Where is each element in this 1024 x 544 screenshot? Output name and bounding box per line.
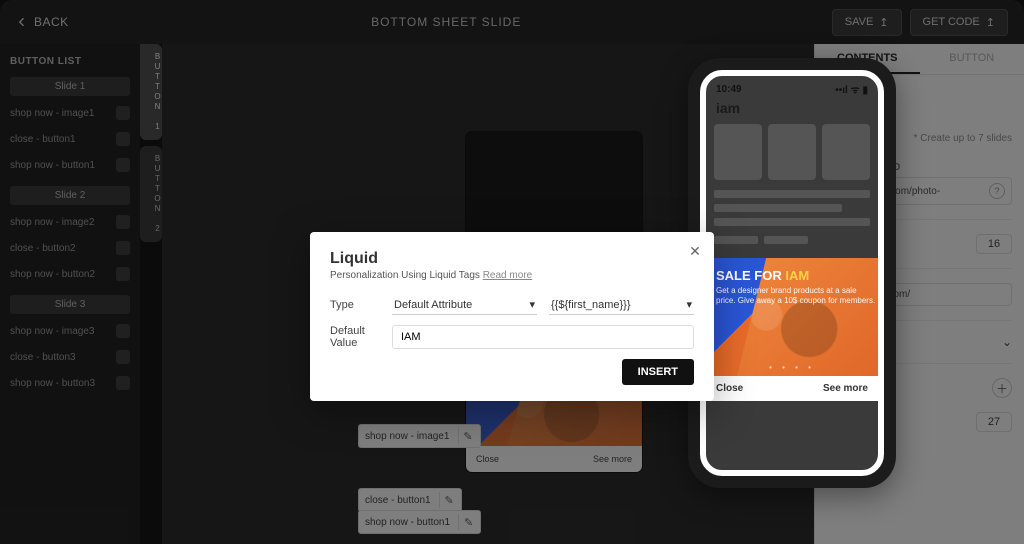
tab-button[interactable]: BUTTON xyxy=(920,44,1024,74)
liquid-modal: ✕ Liquid Personalization Using Liquid Ta… xyxy=(310,232,714,401)
slide-3-header[interactable]: Slide 3 xyxy=(10,295,130,314)
phone-hero: SALE FOR IAM Get a designer brand produc… xyxy=(706,258,878,376)
sidebar-item-label[interactable]: shop now - image1 xyxy=(10,108,95,119)
chevron-down-icon[interactable]: ⌄ xyxy=(1002,335,1012,349)
phone-hero-title: SALE FOR IAM xyxy=(716,268,809,283)
upload-icon: ↥ xyxy=(986,16,995,29)
checkbox[interactable] xyxy=(116,132,130,146)
help-icon[interactable]: ? xyxy=(989,183,1005,199)
default-value-input[interactable] xyxy=(392,325,694,349)
checkbox[interactable] xyxy=(116,350,130,364)
tag-shop-now-button[interactable]: shop now - button1 ✎ xyxy=(358,510,481,534)
canvas-footer-seemore[interactable]: See more xyxy=(593,454,632,464)
phone-footer-close[interactable]: Close xyxy=(716,383,743,394)
sidebar-item-label[interactable]: shop now - image3 xyxy=(10,326,95,337)
sidebar-item-label[interactable]: close - button3 xyxy=(10,352,76,363)
checkbox[interactable] xyxy=(116,215,130,229)
phone-hero-sub: Get a designer brand products at a sale … xyxy=(716,286,878,306)
tag-close-button[interactable]: close - button1 ✎ xyxy=(358,488,462,512)
back-button[interactable]: BACK xyxy=(16,15,69,29)
radius-value[interactable]: 16 xyxy=(976,234,1012,254)
default-value-label: Default Value xyxy=(330,325,380,349)
status-icons: ••ıl ᯤ ▮ xyxy=(835,82,868,96)
modal-subtitle: Personalization Using Liquid Tags Read m… xyxy=(330,270,694,281)
tab-button-2[interactable]: BUTTON 2 xyxy=(140,146,162,242)
page-title: BOTTOM SHEET SLIDE xyxy=(69,15,824,29)
slide-2-header[interactable]: Slide 2 xyxy=(10,186,130,205)
back-label: BACK xyxy=(34,15,69,29)
save-button[interactable]: SAVE ↥ xyxy=(832,9,902,36)
placeholder-box xyxy=(768,124,816,180)
upload-icon: ↥ xyxy=(879,16,888,29)
read-more-link[interactable]: Read more xyxy=(483,270,532,281)
add-icon[interactable]: ＋ xyxy=(992,378,1012,398)
type-token-select[interactable]: {{${first_name}}} ▾ xyxy=(549,295,694,315)
padding-value[interactable]: 27 xyxy=(976,412,1012,432)
type-attribute-select[interactable]: Default Attribute ▾ xyxy=(392,295,537,315)
pencil-icon[interactable]: ✎ xyxy=(439,492,455,508)
type-label: Type xyxy=(330,299,380,311)
checkbox[interactable] xyxy=(116,241,130,255)
sidebar-item-label[interactable]: close - button2 xyxy=(10,243,76,254)
placeholder-box xyxy=(714,124,762,180)
checkbox[interactable] xyxy=(116,267,130,281)
phone-brand: iam xyxy=(706,98,878,124)
canvas-footer-close[interactable]: Close xyxy=(476,454,499,464)
sidebar-heading: BUTTON LIST xyxy=(10,56,130,67)
phone-time: 10:49 xyxy=(716,84,742,95)
phone-preview: 10:49 ••ıl ᯤ ▮ iam SALE FOR IAM Get a de… xyxy=(688,58,896,488)
close-icon[interactable]: ✕ xyxy=(686,242,704,260)
chevron-down-icon: ▾ xyxy=(529,298,535,311)
pencil-icon[interactable]: ✎ xyxy=(458,514,474,530)
sidebar-item-label[interactable]: shop now - button1 xyxy=(10,160,95,171)
placeholder-box xyxy=(822,124,870,180)
pencil-icon[interactable]: ✎ xyxy=(458,428,474,444)
checkbox[interactable] xyxy=(116,106,130,120)
sidebar-item-label[interactable]: close - button1 xyxy=(10,134,76,145)
checkbox[interactable] xyxy=(116,158,130,172)
checkbox[interactable] xyxy=(116,324,130,338)
tab-button-1[interactable]: BUTTON 1 xyxy=(140,44,162,140)
sidebar-item-label[interactable]: shop now - image2 xyxy=(10,217,95,228)
chevron-down-icon: ▾ xyxy=(686,298,692,311)
arrow-left-icon xyxy=(16,16,28,28)
phone-footer-seemore[interactable]: See more xyxy=(823,383,868,394)
modal-title: Liquid xyxy=(330,250,694,268)
insert-button[interactable]: INSERT xyxy=(622,359,694,385)
sidebar: BUTTON LIST Slide 1 shop now - image1 cl… xyxy=(0,44,140,544)
sidebar-item-label[interactable]: shop now - button3 xyxy=(10,378,95,389)
slide-1-header[interactable]: Slide 1 xyxy=(10,77,130,96)
sidebar-item-label[interactable]: shop now - button2 xyxy=(10,269,95,280)
checkbox[interactable] xyxy=(116,376,130,390)
tag-shop-now-image[interactable]: shop now - image1 ✎ xyxy=(358,424,481,448)
carousel-dots: • • • • xyxy=(706,363,878,372)
get-code-button[interactable]: GET CODE ↥ xyxy=(910,9,1008,36)
